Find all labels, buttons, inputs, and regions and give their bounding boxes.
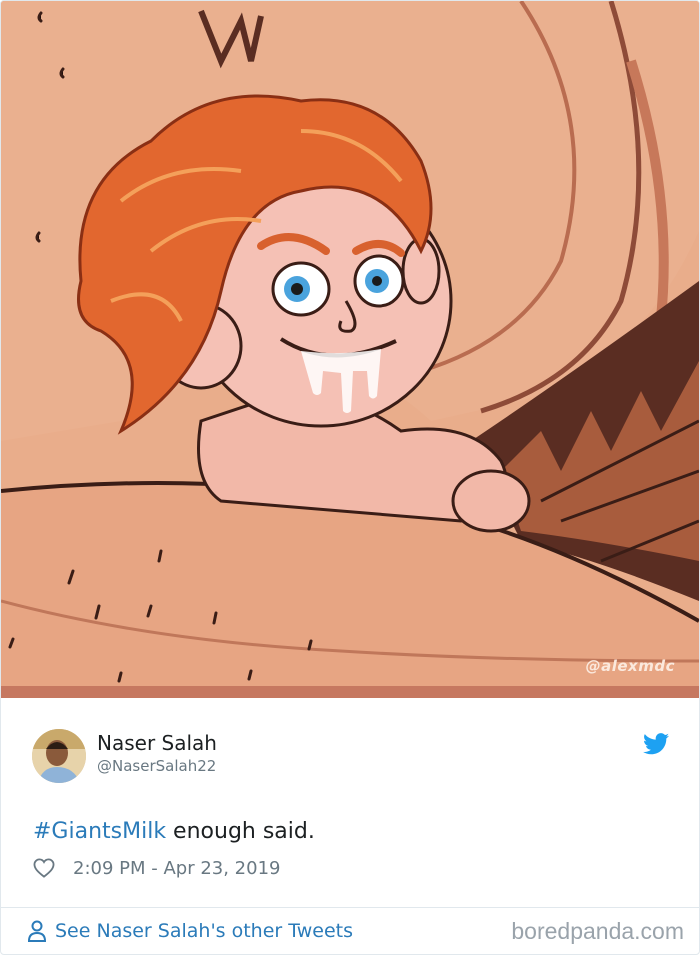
- person-icon: [27, 920, 47, 942]
- tweet-card: @alexmdc Naser Salah @NaserSalah22 #Gian…: [0, 0, 700, 955]
- other-tweets-label: See Naser Salah's other Tweets: [55, 920, 353, 942]
- author-name[interactable]: Naser Salah: [97, 731, 217, 755]
- other-tweets-link[interactable]: See Naser Salah's other Tweets: [27, 917, 353, 945]
- hashtag-link[interactable]: #GiantsMilk: [33, 819, 166, 844]
- author-handle[interactable]: @NaserSalah22: [97, 757, 216, 775]
- tweet-text: #GiantsMilk enough said.: [33, 819, 315, 844]
- tweet-media-image[interactable]: @alexmdc: [1, 1, 699, 698]
- heart-icon[interactable]: [33, 858, 55, 878]
- image-watermark: @alexmdc: [585, 657, 675, 675]
- tweet-header: Naser Salah @NaserSalah22: [1, 715, 699, 785]
- avatar[interactable]: [32, 729, 86, 783]
- twitter-bird-icon[interactable]: [643, 733, 669, 755]
- site-credit: boredpanda.com: [511, 918, 684, 944]
- tweet-timestamp[interactable]: 2:09 PM - Apr 23, 2019: [73, 858, 280, 879]
- cartoon-illustration: [1, 1, 699, 698]
- avatar-image: [32, 729, 86, 783]
- tweet-body: enough said.: [166, 819, 315, 844]
- tweet-meta: 2:09 PM - Apr 23, 2019: [33, 855, 280, 881]
- footer-divider: [1, 907, 699, 908]
